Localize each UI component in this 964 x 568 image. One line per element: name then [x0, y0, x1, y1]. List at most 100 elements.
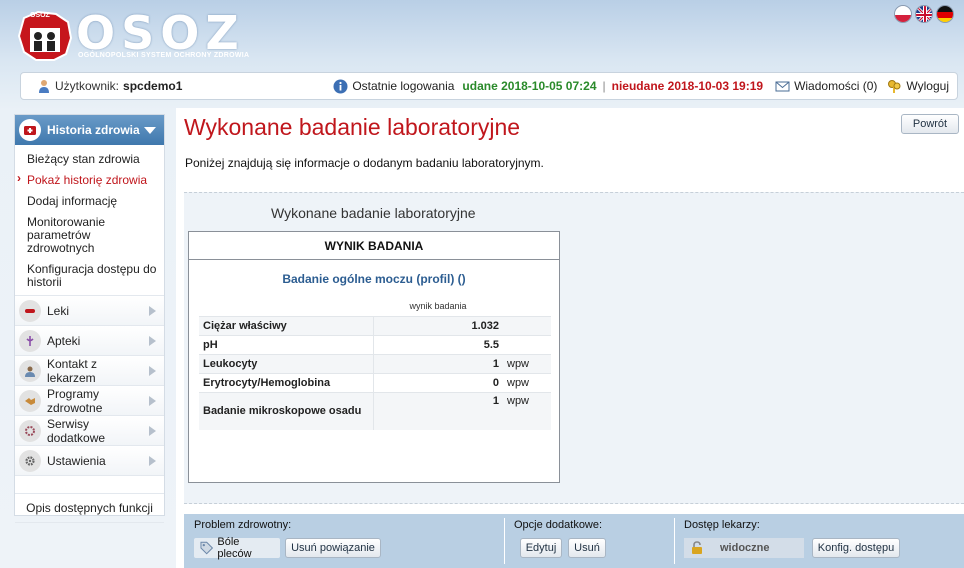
result-table: wynik badania Ciężar właściwy 1.032 pH 5…: [199, 296, 551, 430]
back-button[interactable]: Powrót: [901, 114, 959, 134]
delete-button[interactable]: Usuń: [568, 538, 606, 558]
chevron-right-icon: [149, 395, 156, 406]
sidebar-item-historia-zdrowia[interactable]: Historia zdrowia: [15, 115, 164, 145]
services-gear-icon: [19, 419, 41, 442]
table-header-result: wynik badania: [409, 300, 467, 311]
result-box: WYNIK BADANIA Badanie ogólne moczu (prof…: [188, 231, 560, 483]
sidebar-item-serwisy[interactable]: Serwisy dodatkowe: [15, 415, 164, 445]
param-value: 1: [372, 353, 503, 373]
sidebar-item-kontakt[interactable]: Kontakt z lekarzem: [15, 355, 164, 385]
sidebar-sub-monitorowanie[interactable]: Monitorowanie parametrów zdrowotnych: [15, 212, 164, 259]
sidebar-label-ustawienia: Ustawienia: [47, 453, 106, 468]
table-row: pH 5.5: [199, 334, 551, 354]
sidebar-label-kontakt: Kontakt z lekarzem: [47, 356, 98, 385]
problem-tag[interactable]: Bóle pleców: [194, 536, 280, 560]
access-group: Dostęp lekarzy: widoczne Konfig. dostępu: [674, 514, 964, 568]
user-name: spcdemo1: [123, 79, 183, 93]
sidebar-sub-dodaj-informacje[interactable]: Dodaj informację: [15, 191, 164, 212]
param-value: 1: [372, 391, 503, 430]
pharmacy-icon: [19, 329, 41, 352]
access-status: widoczne: [684, 538, 804, 558]
sidebar-label-leki: Leki: [47, 303, 70, 318]
last-failed-login: nieudane 2018-10-03 19:19: [611, 79, 764, 93]
access-status-label: widoczne: [720, 542, 770, 554]
table-row: Badanie mikroskopowe osadu 1 wpw: [199, 391, 551, 430]
param-name: pH: [199, 334, 373, 354]
sidebar-label-apteki: Apteki: [47, 333, 81, 348]
param-unit: [503, 315, 551, 335]
param-unit: wpw: [503, 391, 551, 430]
handshake-icon: [19, 389, 41, 412]
login-separator: |: [602, 79, 606, 93]
chevron-down-icon: [144, 126, 156, 134]
param-value: 5.5: [372, 334, 503, 354]
sidebar-item-apteki[interactable]: Apteki: [15, 325, 164, 355]
chevron-right-icon: [149, 455, 156, 466]
pl-flag-icon[interactable]: [894, 5, 912, 23]
page-title: Wykonane badanie laboratoryjne: [184, 114, 521, 140]
access-label: Dostęp lekarzy:: [684, 519, 760, 531]
sidebar-sub-konfiguracja-dostepu[interactable]: Konfiguracja dostępu do historii: [15, 259, 164, 293]
table-row: Ciężar właściwy 1.032: [199, 315, 551, 335]
param-name: Ciężar właściwy: [199, 315, 373, 335]
test-name: Badanie ogólne moczu (profil) (): [282, 272, 466, 286]
user-icon: [39, 80, 49, 93]
sidebar-nav: Historia zdrowia Bieżący stan zdrowia Po…: [14, 114, 165, 523]
unlink-button[interactable]: Usuń powiązanie: [285, 538, 381, 558]
keys-icon[interactable]: [887, 79, 902, 94]
sidebar-sub-biezacy-stan[interactable]: Bieżący stan zdrowia: [15, 149, 164, 170]
param-name: Leukocyty: [199, 353, 373, 373]
logo-small-text: OSOZ: [30, 12, 50, 19]
sidebar-active-label: Historia zdrowia: [47, 123, 140, 137]
param-unit: [503, 334, 551, 354]
messages-link[interactable]: Wiadomości (0): [794, 79, 877, 93]
chevron-right-icon: [149, 305, 156, 316]
lock-icon: [692, 541, 702, 554]
sidebar-submenu: Bieżący stan zdrowia Pokaż historię zdro…: [15, 145, 164, 295]
main-content: Wykonane badanie laboratoryjne Powrót Po…: [176, 108, 964, 568]
osoz-logo[interactable]: OSOZ OSOZ OGÓLNOPOLSKI SYSTEM OCHRONY ZD…: [16, 6, 256, 66]
last-successful-login: udane 2018-10-05 07:24: [462, 79, 597, 93]
chevron-right-icon: [149, 335, 156, 346]
sidebar-item-ustawienia[interactable]: Ustawienia: [15, 445, 164, 475]
problem-group: Problem zdrowotny: Bóle pleców Usuń powi…: [184, 514, 504, 568]
sidebar-item-leki[interactable]: Leki: [15, 295, 164, 325]
sidebar-spacer: [15, 475, 164, 493]
options-label: Opcje dodatkowe:: [514, 519, 603, 531]
chevron-right-icon: [149, 425, 156, 436]
logo-subtitle: OGÓLNOPOLSKI SYSTEM OCHRONY ZDROWIA: [78, 52, 250, 59]
bottom-action-bar: Problem zdrowotny: Bóle pleców Usuń powi…: [184, 514, 964, 568]
table-row: Erytrocyty/Hemoglobina 0 wpw: [199, 372, 551, 392]
tag-icon: [200, 541, 214, 555]
gear-icon: [19, 449, 41, 472]
intro-text: Poniżej znajdują się informacje o dodany…: [185, 156, 544, 170]
table-row: Leukocyty 1 wpw: [199, 353, 551, 373]
envelope-icon[interactable]: [775, 79, 790, 94]
sidebar-sub-pokaz-historie[interactable]: Pokaż historię zdrowia: [15, 170, 164, 191]
param-name: Badanie mikroskopowe osadu: [199, 391, 373, 430]
edit-button[interactable]: Edytuj: [520, 538, 562, 558]
language-switcher: [894, 5, 954, 23]
param-unit: wpw: [503, 353, 551, 373]
table-header-unit: [503, 296, 551, 316]
sidebar-label-serwisy: Serwisy dodatkowe: [47, 416, 106, 445]
pills-icon: [19, 299, 41, 322]
sidebar-label-programy: Programy zdrowotne: [47, 386, 103, 415]
user-bar: Użytkownik: spcdemo1 Ostatnie logowania …: [20, 72, 958, 100]
app-header: OSOZ OSOZ OGÓLNOPOLSKI SYSTEM OCHRONY ZD…: [0, 0, 964, 70]
logout-link[interactable]: Wyloguj: [906, 79, 949, 93]
sidebar-functions-description[interactable]: Opis dostępnych funkcji: [15, 493, 164, 523]
param-unit: wpw: [503, 372, 551, 392]
section-title: Wykonane badanie laboratoryjne: [271, 205, 476, 221]
problem-label: Problem zdrowotny:: [194, 519, 292, 531]
user-label: Użytkownik:: [55, 79, 120, 93]
de-flag-icon[interactable]: [936, 5, 954, 23]
problem-tag-label: Bóle pleców: [217, 536, 252, 560]
param-value: 1.032: [372, 315, 503, 335]
gb-flag-icon[interactable]: [915, 5, 933, 23]
param-name: Erytrocyty/Hemoglobina: [199, 372, 373, 392]
lab-result-panel: Wykonane badanie laboratoryjne WYNIK BAD…: [184, 192, 964, 504]
result-header: WYNIK BADANIA: [189, 232, 559, 260]
access-config-button[interactable]: Konfig. dostępu: [812, 538, 900, 558]
sidebar-item-programy[interactable]: Programy zdrowotne: [15, 385, 164, 415]
